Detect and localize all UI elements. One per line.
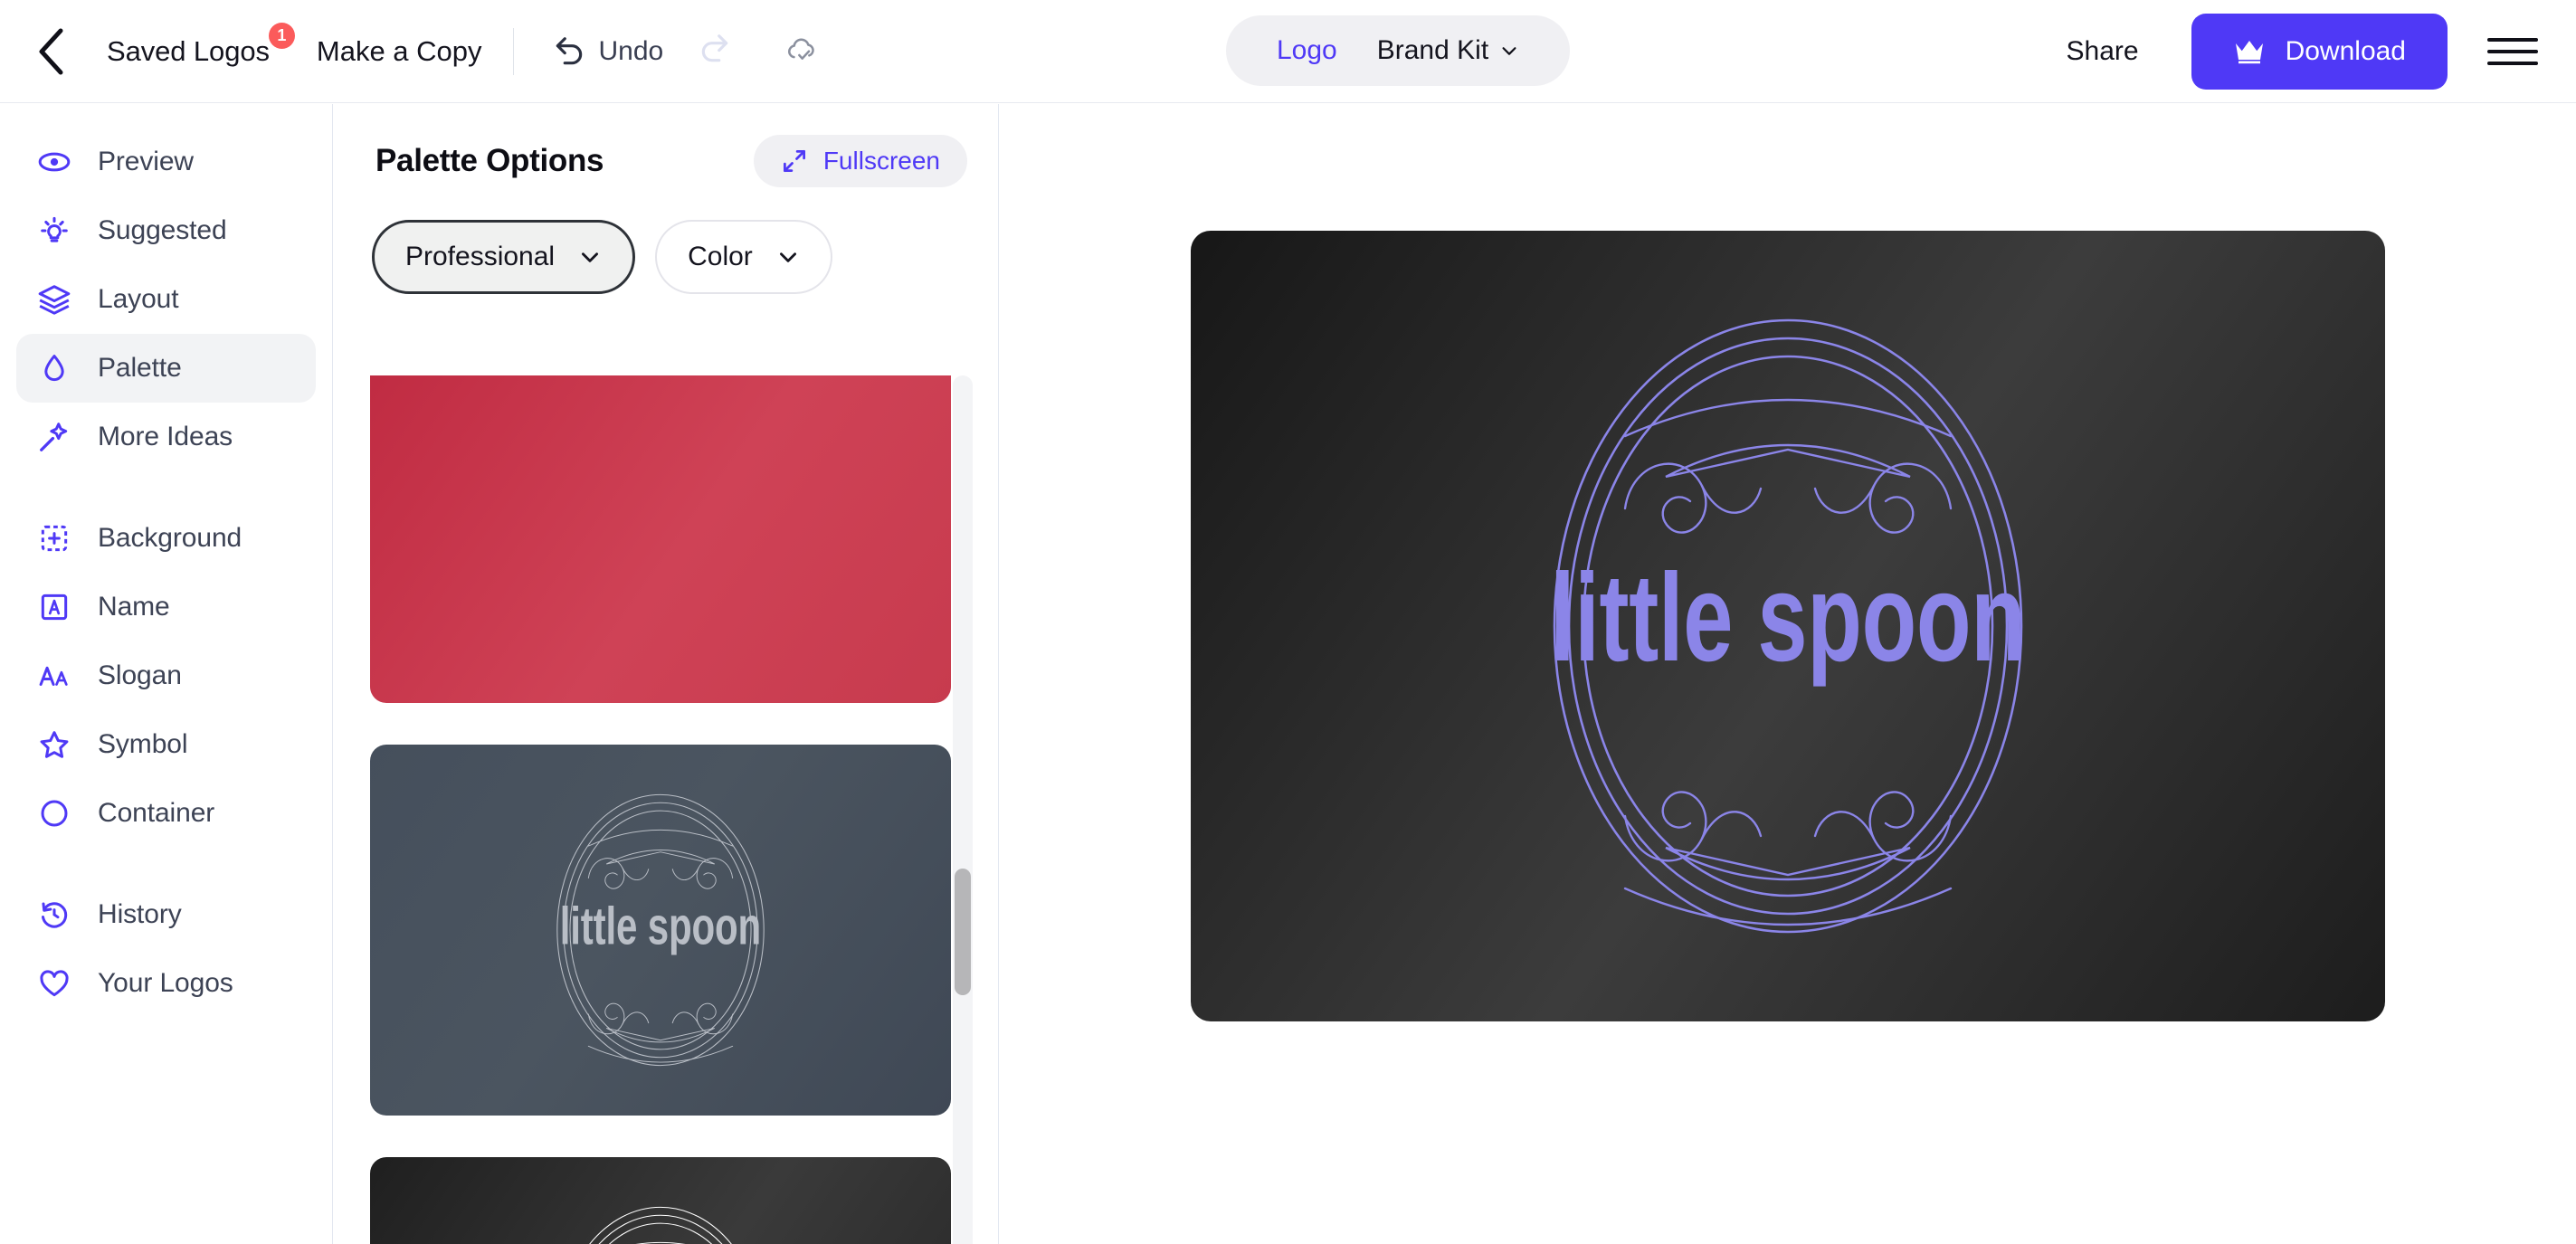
style-filter-dropdown[interactable]: Professional	[372, 220, 636, 294]
panel-header: Palette Options Fullscreen	[334, 104, 998, 187]
sidebar-label: History	[98, 899, 182, 929]
eye-icon	[36, 144, 72, 180]
cloud-check-saved-icon	[788, 38, 814, 60]
redo-arrow-icon	[701, 34, 728, 62]
svg-text:little spoon: little spoon	[560, 897, 761, 955]
chevron-down-icon	[582, 252, 599, 262]
lightbulb-icon	[36, 213, 72, 249]
hamburger-menu-icon[interactable]	[2487, 38, 2538, 65]
tab-logo-label: Logo	[1277, 35, 1337, 65]
expand-diagonal-icon	[783, 150, 805, 172]
sidebar-item-suggested[interactable]: Suggested	[16, 196, 316, 265]
history-controls: Undo	[537, 22, 840, 81]
chevron-down-icon	[779, 252, 796, 262]
sidebar-label: Background	[98, 523, 242, 553]
palette-card-charcoal[interactable]: little spoon	[370, 1157, 951, 1244]
undo-button[interactable]: Undo	[537, 25, 679, 78]
back-button[interactable]	[22, 23, 80, 81]
palette-scrollbar-thumb[interactable]	[955, 869, 971, 995]
magic-wand-icon	[36, 419, 72, 455]
sidebar-item-layout[interactable]: Layout	[16, 265, 316, 334]
sidebar-group-divider	[0, 848, 332, 880]
font-size-icon	[36, 658, 72, 694]
make-a-copy-button[interactable]: Make a Copy	[317, 35, 482, 68]
sidebar-label: Name	[98, 592, 170, 622]
toolbar-divider	[512, 27, 514, 75]
sidebar-item-palette[interactable]: Palette	[16, 334, 316, 403]
fullscreen-button[interactable]: Fullscreen	[753, 135, 967, 187]
crown-icon	[2235, 41, 2263, 64]
left-sidebar: Preview Suggested Layout Palette More Id…	[0, 104, 333, 1244]
sidebar-item-your-logos[interactable]: Your Logos	[16, 949, 316, 1018]
sidebar-label: Suggested	[98, 215, 227, 245]
palette-cards-scroll-region[interactable]: little spoon	[334, 375, 998, 1244]
letter-a-box-icon	[36, 589, 72, 625]
download-label: Download	[2285, 36, 2406, 66]
top-toolbar: Saved Logos 1 Make a Copy Undo Logo Bran…	[0, 0, 2576, 103]
panel-title: Palette Options	[375, 143, 604, 178]
sidebar-label: Slogan	[98, 660, 182, 690]
sidebar-item-symbol[interactable]: Symbol	[16, 710, 316, 779]
sidebar-item-background[interactable]: Background	[16, 504, 316, 573]
chevron-down-icon	[1502, 47, 1516, 55]
canvas-area: little spoon	[1000, 104, 2576, 1244]
logo-emblem: little spoon	[589, 1206, 732, 1244]
color-filter-dropdown[interactable]: Color	[655, 220, 832, 294]
heart-icon	[36, 965, 72, 1002]
palette-scrollbar-track[interactable]	[953, 375, 973, 1244]
sidebar-item-history[interactable]: History	[16, 880, 316, 949]
sidebar-label: Palette	[98, 353, 182, 383]
palette-card-slate[interactable]: little spoon	[370, 745, 951, 1116]
palette-filters: Professional Color	[334, 187, 998, 294]
saved-logos-button[interactable]: Saved Logos 1	[107, 22, 295, 68]
palette-cards-list: little spoon	[334, 375, 998, 1244]
logo-editor-app: Saved Logos 1 Make a Copy Undo Logo Bran…	[0, 0, 2576, 1244]
saved-logos-badge: 1	[268, 22, 295, 49]
color-filter-label: Color	[688, 242, 753, 271]
sidebar-label: Preview	[98, 147, 194, 176]
logo-name-text: little spoon	[1550, 548, 2026, 688]
topbar-right-actions: Share Download	[2054, 0, 2576, 103]
style-filter-label: Professional	[405, 242, 556, 271]
palette-options-panel: Palette Options Fullscreen Professional	[334, 104, 999, 1244]
chevron-left-icon	[39, 28, 63, 74]
clock-rewind-icon	[36, 897, 72, 933]
circle-icon	[36, 795, 72, 831]
sidebar-label: Container	[98, 798, 215, 828]
logo-emblem-main: little spoon	[1550, 318, 2026, 934]
tab-brand-kit[interactable]: Brand Kit	[1357, 35, 1539, 66]
star-icon	[36, 726, 72, 763]
cloud-save-status	[763, 22, 839, 81]
frame-plus-icon	[36, 520, 72, 556]
logo-preview-canvas[interactable]: little spoon	[1191, 231, 2385, 1021]
sidebar-label: Symbol	[98, 729, 188, 759]
sidebar-label: More Ideas	[98, 422, 233, 451]
tab-brand-kit-label: Brand Kit	[1376, 35, 1489, 65]
logo-emblem: little spoon	[556, 793, 765, 1067]
sidebar-label: Your Logos	[98, 968, 233, 998]
sidebar-item-more-ideas[interactable]: More Ideas	[16, 403, 316, 471]
redo-button[interactable]	[678, 23, 752, 80]
undo-arrow-icon	[556, 36, 582, 64]
saved-logos-label: Saved Logos	[107, 34, 270, 67]
sidebar-item-container[interactable]: Container	[16, 779, 316, 848]
share-button[interactable]: Share	[2054, 27, 2152, 76]
layers-icon	[36, 281, 72, 318]
sidebar-item-slogan[interactable]: Slogan	[16, 641, 316, 710]
mode-tabs: Logo Brand Kit	[1226, 15, 1571, 86]
tab-logo[interactable]: Logo	[1257, 35, 1357, 66]
droplet-icon	[36, 350, 72, 386]
sidebar-item-name[interactable]: Name	[16, 573, 316, 641]
palette-card-crimson[interactable]	[370, 375, 951, 703]
fullscreen-label: Fullscreen	[822, 147, 940, 175]
undo-label: Undo	[598, 35, 664, 66]
sidebar-item-preview[interactable]: Preview	[16, 128, 316, 196]
sidebar-label: Layout	[98, 284, 179, 314]
sidebar-group-divider	[0, 471, 332, 504]
download-button[interactable]: Download	[2191, 14, 2448, 90]
